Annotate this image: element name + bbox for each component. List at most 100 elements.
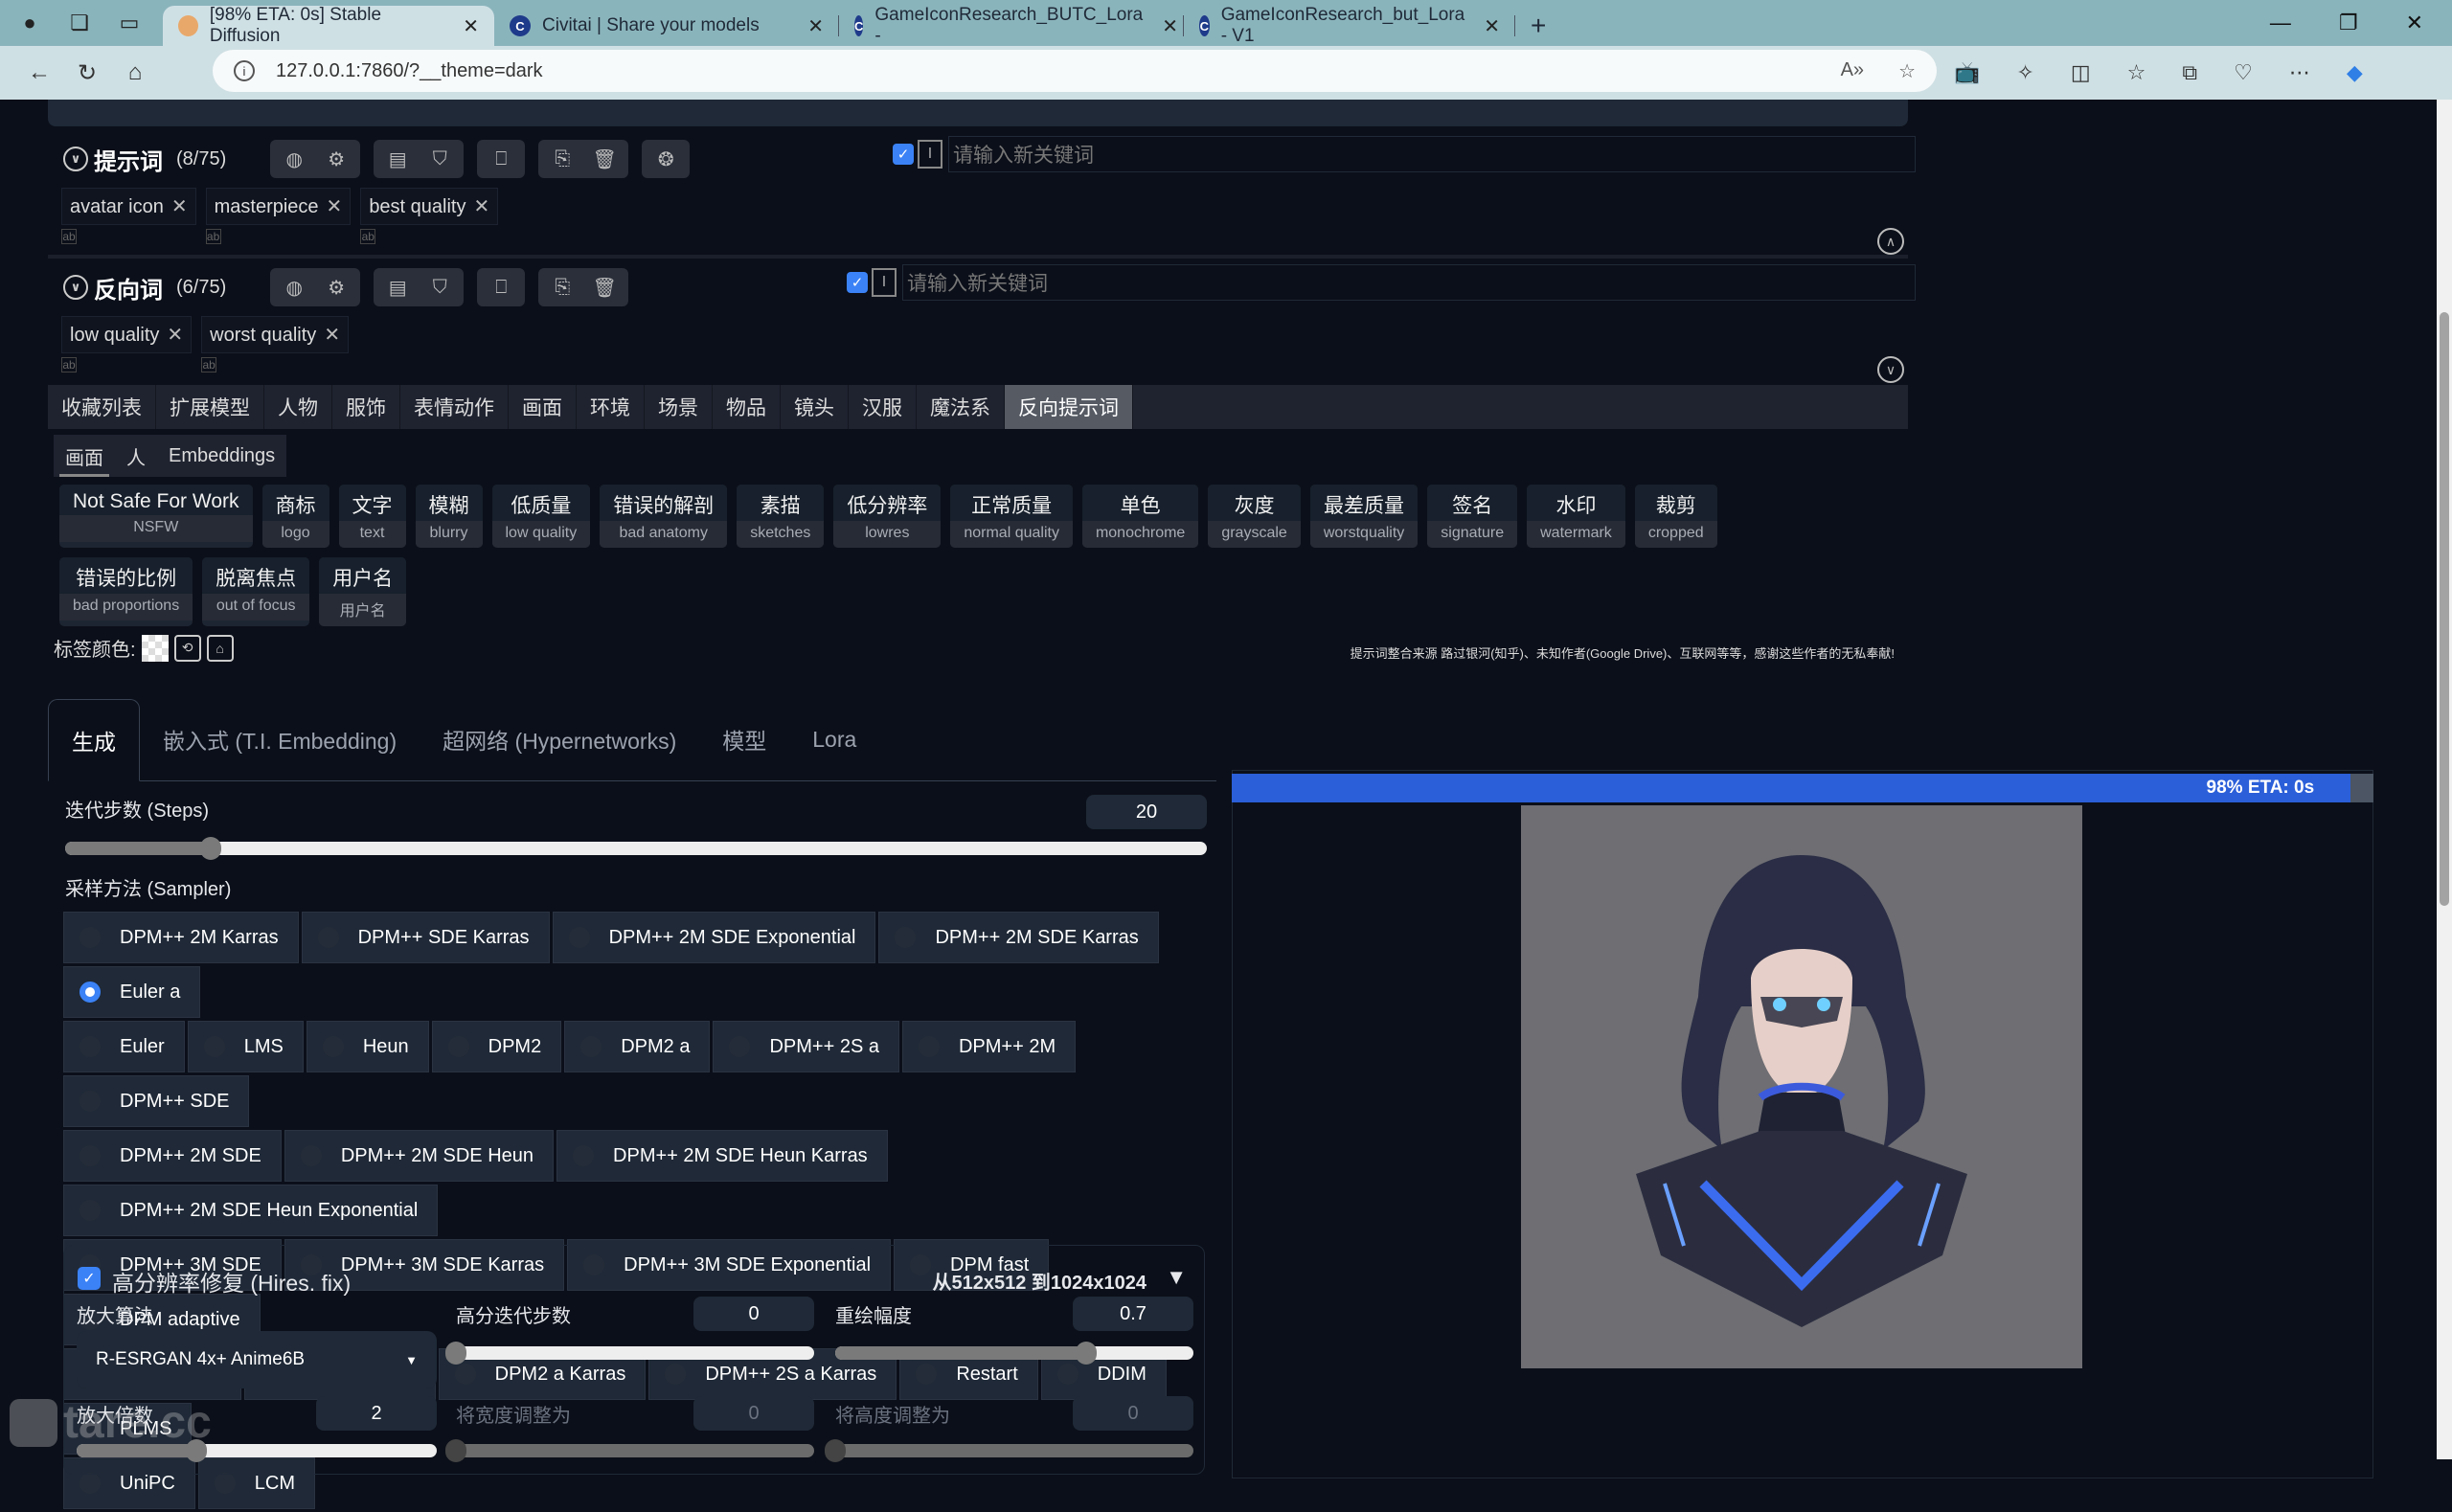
restore-button[interactable]: ❐ [2339,11,2358,35]
slider-handle[interactable] [1075,1342,1097,1365]
subcategory-tab[interactable]: 人 [115,435,157,477]
radio-button[interactable] [79,1091,101,1112]
resize-height-slider[interactable] [825,1439,1193,1462]
vertical-tabs-icon[interactable]: ▭ [109,6,149,40]
profile-icon[interactable]: ● [10,6,50,40]
close-tab-icon[interactable]: ✕ [443,14,479,38]
sampler-option[interactable]: DPM2 [431,1021,562,1072]
text-cursor-icon[interactable]: I [872,268,897,297]
trash-icon[interactable]: 🗑 [592,276,617,300]
radio-button[interactable] [214,1473,236,1494]
copilot-icon[interactable]: ◆ [2347,60,2363,85]
workspaces-icon[interactable]: ❏ [59,6,100,40]
preset-tag-button[interactable]: 商标 logo [261,485,329,548]
resize-width-input[interactable]: 0 [693,1396,814,1431]
preset-tag-button[interactable]: 灰度 grayscale [1208,485,1301,548]
copy-icon[interactable]: ⎘ [550,277,575,299]
radio-button[interactable] [317,927,339,948]
radio-button[interactable] [322,1036,344,1057]
radio-button[interactable] [300,1145,322,1166]
sampler-option[interactable]: DPM2 a [564,1021,711,1072]
category-tab[interactable]: 镜头 [781,385,849,429]
steps-input[interactable]: 20 [1086,795,1207,829]
translate-icon[interactable]: ab [61,357,77,372]
category-tab[interactable]: 服饰 [332,385,400,429]
sampler-option[interactable]: DPM++ 2M Karras [63,912,299,963]
preset-tag-button[interactable]: 模糊 blurry [415,485,483,548]
category-tab[interactable]: 扩展模型 [156,385,264,429]
prompt-keyword-checkbox[interactable]: ✓ [893,144,914,165]
slider-handle[interactable] [445,1439,466,1462]
resize-height-input[interactable]: 0 [1073,1396,1193,1431]
radio-button[interactable] [729,1036,751,1057]
page-scrollbar[interactable] [2437,100,2452,1459]
hires-fix-checkbox[interactable]: ✓ [78,1267,101,1290]
negative-keyword-input[interactable]: 请输入新关键词 [902,264,1916,301]
radio-button[interactable] [79,1036,101,1057]
preset-tag-button[interactable]: 单色 monochrome [1081,485,1199,548]
prompt-keyword-input[interactable]: 请输入新关键词 [948,136,1916,172]
category-tab[interactable]: 人物 [264,385,332,429]
bilibili-extension-icon[interactable]: 📺 [1954,60,1980,85]
main-tab[interactable]: 嵌入式 (T.I. Embedding) [140,698,420,780]
close-window-button[interactable]: ✕ [2406,11,2423,35]
favorite-star-icon[interactable]: ☆ [1898,59,1916,83]
minimize-button[interactable]: — [2270,11,2291,35]
radio-button[interactable] [573,1145,595,1166]
sampler-option[interactable]: Heun [306,1021,429,1072]
browser-tab[interactable]: C GameIconResearch_but_Lora - V1 ✕ [1184,5,1515,46]
hires-collapse-icon[interactable]: ▼ [1166,1265,1187,1290]
back-button[interactable]: ← [15,59,63,86]
preset-tag-button[interactable]: 用户名 用户名 [319,557,407,626]
remove-tag-icon[interactable]: ✕ [171,196,188,217]
extensions-icon[interactable]: ✧ [2016,60,2033,85]
sampler-option[interactable]: DPM++ 2M SDE Heun Exponential [63,1185,439,1236]
preset-tag-button[interactable]: Not Safe For Work NSFW [59,485,253,548]
site-info-icon[interactable]: i [234,60,255,81]
reload-button[interactable]: ↻ [63,59,111,87]
sampler-option[interactable]: DPM++ 2M SDE Exponential [552,912,876,963]
upscaler-select[interactable]: R-ESRGAN 4x+ Anime6B ▼ [77,1331,437,1388]
browser-tab[interactable]: [98% ETA: 0s] Stable Diffusion ✕ [163,5,494,46]
sampler-option[interactable]: DPM++ 2M SDE Heun [284,1130,555,1182]
sampler-option[interactable]: DPM++ 2M SDE Heun Karras [556,1130,888,1182]
translate-icon[interactable]: ⎕ [488,148,513,170]
remove-tag-icon[interactable]: ✕ [324,325,340,346]
upscale-by-input[interactable]: 2 [316,1396,437,1431]
radio-button[interactable] [203,1036,225,1057]
preset-tag-button[interactable]: 错误的比例 bad proportions [59,557,193,626]
collapse-down-icon[interactable]: ∨ [1877,356,1904,383]
preset-tag-button[interactable]: 正常质量 normal quality [950,485,1073,548]
preset-tag-button[interactable]: 裁剪 cropped [1634,485,1717,548]
radio-button[interactable] [79,982,101,1003]
bookmark-icon[interactable]: ⛉ [427,148,452,170]
steps-slider[interactable] [65,837,1207,860]
openai-icon[interactable]: ❂ [653,147,678,171]
radio-button[interactable] [918,1036,940,1057]
brush-icon[interactable]: ⌂ [206,634,234,662]
browser-tab[interactable]: C GameIconResearch_BUTC_Lora - ✕ [839,5,1184,46]
gear-icon[interactable]: ⚙ [324,147,349,171]
url-text[interactable]: 127.0.0.1:7860/?__theme=dark [276,60,543,82]
sampler-option[interactable]: DPM++ 2M SDE Karras [878,912,1159,963]
trash-icon[interactable]: 🗑 [592,147,617,171]
denoise-input[interactable]: 0.7 [1073,1297,1193,1331]
main-tab[interactable]: 超网络 (Hypernetworks) [420,698,699,780]
negative-tag[interactable]: low quality ✕ ab [61,316,193,372]
radio-button[interactable] [79,927,101,948]
radio-button[interactable] [79,1473,101,1494]
slider-handle[interactable] [200,837,221,860]
new-tab-button[interactable]: + [1515,6,1561,46]
read-aloud-icon[interactable]: A» [1841,59,1864,83]
category-tab[interactable]: 画面 [509,385,577,429]
radio-button[interactable] [568,927,590,948]
category-tab[interactable]: 场景 [645,385,713,429]
subcategory-tab[interactable]: 画面 [54,435,115,477]
remove-tag-icon[interactable]: ✕ [167,325,183,346]
translate-icon[interactable]: ab [201,357,217,372]
favorites-icon[interactable]: ☆ [2127,60,2146,85]
history-icon[interactable]: ▤ [385,276,410,300]
preset-tag-button[interactable]: 水印 watermark [1527,485,1625,548]
negative-keyword-checkbox[interactable]: ✓ [847,272,868,293]
scrollbar-thumb[interactable] [2440,312,2449,906]
